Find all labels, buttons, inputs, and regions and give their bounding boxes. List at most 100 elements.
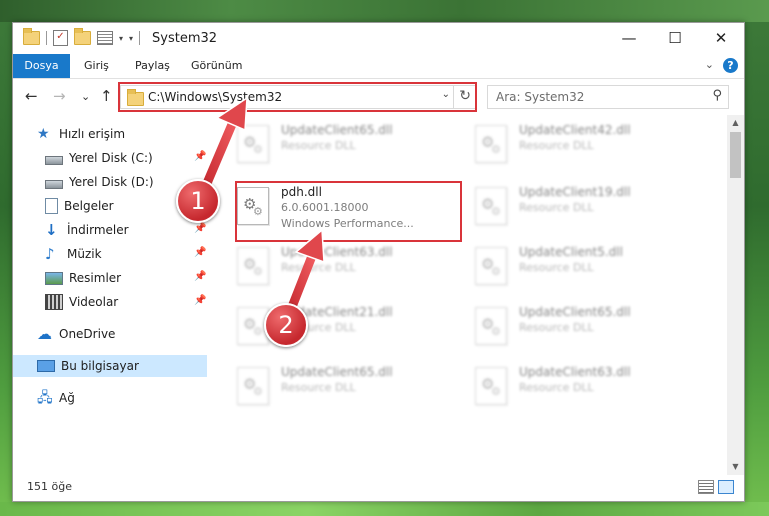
sidebar-item-onedrive[interactable]: ☁ OneDrive bbox=[37, 323, 207, 345]
help-icon[interactable]: ? bbox=[723, 58, 738, 73]
window-title: System32 bbox=[152, 31, 218, 46]
view-properties-icon[interactable] bbox=[97, 31, 113, 45]
scroll-up-arrow-icon[interactable]: ▲ bbox=[727, 115, 744, 131]
pin-icon[interactable]: 📌 bbox=[194, 151, 206, 162]
dll-file-icon: ⚙ ⚙ bbox=[475, 125, 507, 163]
sidebar-item-music[interactable]: ♪ Müzik bbox=[45, 243, 205, 265]
dll-file-icon: ⚙ ⚙ bbox=[475, 307, 507, 345]
back-button[interactable]: ← bbox=[25, 87, 38, 105]
drive-icon bbox=[45, 179, 63, 189]
close-button[interactable]: ✕ bbox=[698, 23, 744, 54]
sidebar-item-label: İndirmeler bbox=[67, 223, 129, 237]
file-name: UpdateClient19.dll bbox=[519, 185, 631, 199]
qat-dropdown-icon[interactable]: ▾ bbox=[119, 34, 123, 43]
pin-icon[interactable]: 📌 bbox=[194, 247, 206, 258]
ribbon-tabs: Dosya Giriş Paylaş Görünüm ⌄ ? bbox=[13, 54, 744, 79]
status-bar: 151 öğe bbox=[13, 475, 744, 501]
forward-button[interactable]: → bbox=[53, 87, 66, 105]
sidebar-item-label: Videolar bbox=[69, 295, 119, 309]
sidebar-item-label: Müzik bbox=[67, 247, 102, 261]
title-bar: ✓ ▾ ▾ System32 — ☐ ✕ bbox=[13, 23, 744, 54]
recent-locations-button[interactable]: ⌄ bbox=[81, 90, 90, 103]
sidebar-item-videos[interactable]: Videolar bbox=[45, 291, 205, 313]
item-count: 151 öğe bbox=[27, 480, 72, 493]
dll-file-icon: ⚙ ⚙ bbox=[237, 367, 269, 405]
file-item[interactable]: ⚙ ⚙ UpdateClient63.dll Resource DLL bbox=[471, 361, 701, 411]
sidebar-item-quick-access[interactable]: ★ Hızlı erişim bbox=[37, 123, 207, 145]
minimize-button[interactable]: — bbox=[606, 23, 652, 54]
sidebar-item-label: Belgeler bbox=[64, 199, 114, 213]
up-button[interactable]: ↑ bbox=[100, 87, 113, 105]
file-list: ⚙ ⚙ UpdateClient65.dll Resource DLL ⚙ ⚙ pd… bbox=[233, 115, 723, 475]
folder-icon bbox=[23, 28, 40, 45]
file-name: UpdateClient65.dll bbox=[281, 123, 393, 137]
step-1-badge: 1 bbox=[176, 179, 220, 223]
step-2-badge: 2 bbox=[264, 303, 308, 347]
address-highlight-box bbox=[118, 82, 477, 112]
file-description: Resource DLL bbox=[519, 381, 594, 394]
search-placeholder[interactable]: Ara: System32 bbox=[496, 90, 584, 104]
search-box[interactable]: Ara: System32 ⚲ bbox=[487, 85, 729, 109]
file-description: Resource DLL bbox=[281, 381, 356, 394]
pin-icon[interactable]: 📌 bbox=[194, 271, 206, 282]
videos-icon bbox=[45, 294, 63, 310]
file-item[interactable]: ⚙ ⚙ UpdateClient19.dll Resource DLL bbox=[471, 181, 701, 231]
network-icon: 🖧 bbox=[37, 390, 53, 406]
downloads-icon: ↓ bbox=[45, 221, 58, 239]
search-icon[interactable]: ⚲ bbox=[712, 88, 722, 103]
file-description: Resource DLL bbox=[281, 139, 356, 152]
explorer-window: ✓ ▾ ▾ System32 — ☐ ✕ Dosya Giriş Paylaş … bbox=[12, 22, 745, 502]
customize-qat-icon[interactable]: ▾ bbox=[129, 34, 133, 43]
details-view-icon[interactable] bbox=[698, 480, 714, 494]
expand-ribbon-icon[interactable]: ⌄ bbox=[705, 58, 714, 71]
pin-icon[interactable]: 📌 bbox=[194, 223, 206, 234]
tab-gorunum[interactable]: Görünüm bbox=[191, 54, 242, 78]
dll-file-icon: ⚙ ⚙ bbox=[237, 125, 269, 163]
scroll-thumb[interactable] bbox=[730, 132, 741, 178]
file-description: Resource DLL bbox=[519, 139, 594, 152]
drive-icon bbox=[45, 155, 63, 165]
vertical-scrollbar[interactable]: ▲ ▼ bbox=[727, 115, 744, 475]
file-name: UpdateClient65.dll bbox=[281, 365, 393, 379]
file-name: UpdateClient65.dll bbox=[519, 305, 631, 319]
properties-check-icon[interactable]: ✓ bbox=[53, 30, 68, 46]
desktop-background-bottom bbox=[0, 502, 769, 516]
file-description: Resource DLL bbox=[519, 201, 594, 214]
window-controls: — ☐ ✕ bbox=[606, 23, 744, 54]
tab-dosya[interactable]: Dosya bbox=[13, 54, 70, 78]
toolbar-separator bbox=[139, 31, 141, 45]
tab-paylas[interactable]: Paylaş bbox=[135, 54, 170, 78]
file-item[interactable]: ⚙ ⚙ UpdateClient5.dll Resource DLL bbox=[471, 241, 701, 291]
large-icons-view-icon[interactable] bbox=[718, 480, 734, 494]
dll-file-icon: ⚙ ⚙ bbox=[237, 247, 269, 285]
sidebar-item-downloads[interactable]: ↓ İndirmeler bbox=[45, 219, 205, 241]
scroll-down-arrow-icon[interactable]: ▼ bbox=[727, 459, 744, 475]
file-item[interactable]: ⚙ ⚙ UpdateClient42.dll Resource DLL bbox=[471, 119, 701, 169]
file-description: Resource DLL bbox=[281, 261, 356, 274]
dll-file-icon: ⚙ ⚙ bbox=[475, 247, 507, 285]
file-item[interactable]: ⚙ ⚙ UpdateClient65.dll Resource DLL bbox=[233, 361, 463, 411]
pin-icon[interactable]: 📌 bbox=[194, 295, 206, 306]
sidebar-item-this-pc[interactable]: Bu bilgisayar bbox=[13, 355, 207, 377]
file-description: Resource DLL bbox=[519, 321, 594, 334]
navigation-pane: ★ Hızlı erişim Yerel Disk (C:) 📌 Yerel D… bbox=[13, 115, 209, 475]
new-folder-icon[interactable] bbox=[74, 28, 91, 45]
file-item[interactable]: ⚙ ⚙ UpdateClient65.dll Resource DLL bbox=[233, 119, 463, 169]
sidebar-item-label: OneDrive bbox=[59, 327, 116, 341]
sidebar-item-network[interactable]: 🖧 Ağ bbox=[37, 387, 207, 409]
file-name: UpdateClient42.dll bbox=[519, 123, 631, 137]
sidebar-item-pictures[interactable]: Resimler bbox=[45, 267, 205, 289]
sidebar-item-local-disk-c[interactable]: Yerel Disk (C:) bbox=[45, 147, 205, 169]
file-name: UpdateClient63.dll bbox=[519, 365, 631, 379]
toolbar-separator bbox=[46, 31, 47, 45]
sidebar-item-label: Hızlı erişim bbox=[59, 127, 126, 141]
file-item[interactable]: ⚙ ⚙ UpdateClient65.dll Resource DLL bbox=[471, 301, 701, 351]
onedrive-icon: ☁ bbox=[37, 325, 52, 343]
file-item[interactable]: ⚙ ⚙ UpdateClient63.dll Resource DLL bbox=[233, 241, 463, 291]
tab-giris[interactable]: Giriş bbox=[84, 54, 109, 78]
pictures-icon bbox=[45, 271, 63, 285]
sidebar-item-label: Bu bilgisayar bbox=[61, 359, 139, 373]
maximize-button[interactable]: ☐ bbox=[652, 23, 698, 54]
sidebar-item-label: Yerel Disk (D:) bbox=[69, 175, 154, 189]
file-description: Resource DLL bbox=[519, 261, 594, 274]
